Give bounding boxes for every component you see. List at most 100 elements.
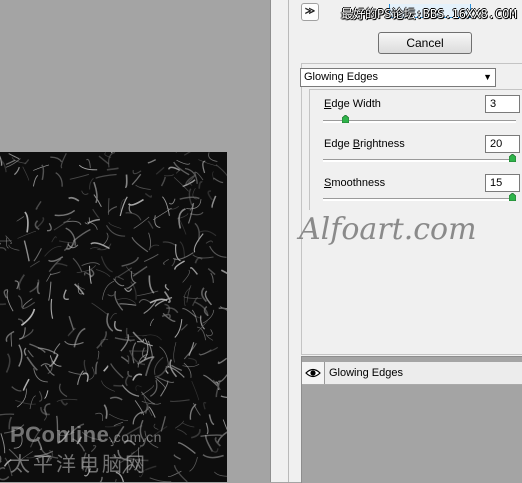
texture-stroke <box>74 230 91 241</box>
texture-stroke <box>50 157 61 162</box>
texture-stroke <box>69 316 73 330</box>
edge-width-slider[interactable] <box>323 120 516 123</box>
texture-stroke <box>70 174 89 179</box>
texture-stroke <box>109 198 110 215</box>
texture-stroke <box>36 201 41 209</box>
texture-stroke <box>216 165 227 180</box>
texture-stroke <box>126 213 141 220</box>
texture-stroke <box>19 275 24 290</box>
effect-layer-row[interactable]: Glowing Edges <box>302 362 522 385</box>
edge-brightness-slider[interactable] <box>323 159 516 162</box>
texture-stroke <box>30 396 36 409</box>
texture-stroke <box>115 291 123 310</box>
texture-stroke <box>108 207 117 213</box>
texture-stroke <box>19 329 33 339</box>
texture-stroke <box>7 354 10 373</box>
texture-stroke <box>211 273 214 283</box>
texture-stroke <box>109 222 121 228</box>
texture-stroke <box>45 404 50 415</box>
cancel-button[interactable]: Cancel <box>378 32 472 54</box>
texture-stroke <box>210 246 227 257</box>
texture-stroke <box>107 168 119 170</box>
texture-stroke <box>102 281 114 300</box>
texture-stroke <box>206 241 213 243</box>
texture-stroke <box>201 435 222 436</box>
texture-stroke <box>182 423 194 427</box>
edge-width-slider-thumb[interactable] <box>342 115 349 123</box>
texture-stroke <box>104 405 107 419</box>
texture-stroke <box>133 332 144 343</box>
texture-stroke <box>174 455 180 459</box>
visibility-toggle[interactable] <box>302 362 325 384</box>
texture-stroke <box>115 277 123 280</box>
smoothness-slider[interactable] <box>323 198 516 201</box>
chevron-down-icon: ▼ <box>483 69 492 86</box>
effect-layer-name: Glowing Edges <box>329 367 403 379</box>
texture-stroke <box>160 347 169 365</box>
texture-stroke <box>180 242 185 257</box>
texture-stroke <box>49 282 51 301</box>
edge-width-input[interactable]: 3 <box>485 95 520 113</box>
collapse-button[interactable]: ≫ <box>301 3 319 21</box>
texture-stroke <box>206 435 213 451</box>
texture-stroke <box>148 160 155 163</box>
texture-stroke <box>23 302 35 309</box>
texture-stroke <box>167 206 179 209</box>
texture-stroke <box>193 403 200 415</box>
texture-stroke <box>164 174 173 176</box>
texture-stroke <box>9 154 19 159</box>
pconline-watermark: PConline.com.cn <box>10 422 162 448</box>
chevron-double-down-icon: ≫ <box>305 6 315 17</box>
edge-brightness-input[interactable]: 20 <box>485 135 520 153</box>
texture-stroke <box>191 429 200 438</box>
texture-stroke <box>61 400 67 404</box>
eye-icon <box>302 362 324 384</box>
texture-stroke <box>82 191 89 195</box>
texture-stroke <box>102 256 113 272</box>
texture-stroke <box>56 173 62 187</box>
texture-stroke <box>189 203 194 223</box>
texture-stroke <box>34 248 42 261</box>
smoothness-input[interactable]: 15 <box>485 174 520 192</box>
filter-select[interactable]: Glowing Edges ▼ <box>300 68 496 87</box>
texture-stroke <box>82 263 100 266</box>
texture-stroke <box>203 161 205 173</box>
texture-stroke <box>132 237 148 252</box>
texture-stroke <box>102 381 115 392</box>
smoothness-label: Smoothness <box>324 177 385 189</box>
texture-stroke <box>163 242 177 246</box>
panel-scroll-strip <box>271 0 289 482</box>
texture-stroke <box>90 266 92 284</box>
texture-stroke <box>176 244 181 261</box>
texture-stroke <box>78 371 84 385</box>
texture-stroke <box>109 152 115 167</box>
preview-area[interactable]: PConline.com.cn 太平洋电脑网 <box>0 0 270 482</box>
texture-stroke <box>191 268 198 275</box>
texture-stroke <box>142 385 154 395</box>
texture-stroke <box>154 357 163 375</box>
texture-stroke <box>36 218 43 229</box>
texture-stroke <box>73 258 82 271</box>
texture-stroke <box>174 342 176 362</box>
smoothness-slider-thumb[interactable] <box>509 193 516 201</box>
texture-stroke <box>195 223 199 241</box>
texture-stroke <box>61 153 66 168</box>
texture-stroke <box>137 291 158 296</box>
texture-stroke <box>177 429 186 435</box>
texture-stroke <box>0 456 1 465</box>
texture-stroke <box>47 223 51 230</box>
texture-stroke <box>163 259 168 264</box>
texture-stroke <box>110 397 122 400</box>
watermark-domain: .com.cn <box>109 429 162 445</box>
texture-stroke <box>18 296 22 308</box>
texture-stroke <box>175 261 185 270</box>
texture-stroke <box>39 391 42 401</box>
texture-stroke <box>0 461 2 466</box>
texture-stroke <box>109 414 128 421</box>
texture-stroke <box>134 217 149 228</box>
texture-stroke <box>150 478 172 482</box>
edge-brightness-slider-thumb[interactable] <box>509 154 516 162</box>
texture-stroke <box>156 168 163 174</box>
texture-stroke <box>28 350 34 357</box>
texture-stroke <box>207 329 213 335</box>
